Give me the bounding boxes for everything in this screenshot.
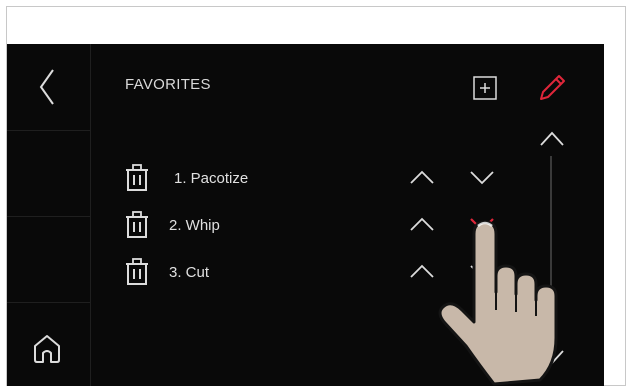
favorite-row[interactable]: 3. Cut: [7, 256, 527, 288]
delete-button[interactable]: [124, 164, 150, 192]
chevron-down-icon: [470, 218, 494, 232]
move-up-button[interactable]: [409, 211, 435, 237]
chevron-down-icon: [470, 265, 494, 279]
favorite-row[interactable]: 1. Pacotize: [7, 162, 527, 194]
delete-button[interactable]: [124, 211, 150, 239]
home-icon: [34, 335, 60, 363]
favorite-label: 3. Cut: [169, 264, 210, 281]
sidebar-divider: [7, 302, 90, 303]
chevron-up-icon: [410, 217, 434, 231]
chevron-up-icon: [540, 131, 564, 146]
chevron-down-icon: [540, 350, 564, 365]
scrollbar-track[interactable]: [550, 156, 552, 342]
favorite-label: 2. Whip: [169, 217, 220, 234]
pencil-icon: [540, 75, 565, 100]
edit-button[interactable]: [538, 74, 566, 102]
device-screen: FAVORITES 1. Pacotize 2. Whip 3. Cut: [7, 44, 604, 386]
page-title: FAVORITES: [125, 76, 211, 93]
trash-icon: [126, 211, 148, 238]
move-up-button[interactable]: [409, 164, 435, 190]
chevron-up-icon: [410, 170, 434, 184]
chevron-down-icon: [470, 171, 494, 185]
scroll-up-button[interactable]: [538, 128, 566, 150]
home-button[interactable]: [27, 328, 67, 368]
trash-icon: [126, 164, 148, 191]
chevron-left-icon: [39, 69, 54, 105]
sidebar-divider: [7, 130, 90, 131]
favorite-row[interactable]: 2. Whip: [7, 209, 527, 241]
move-down-button[interactable]: [469, 164, 495, 190]
plus-square-icon: [473, 76, 497, 100]
move-down-button-pressed[interactable]: [469, 211, 495, 237]
scroll-down-button[interactable]: [538, 346, 566, 368]
add-favorite-button[interactable]: [472, 75, 498, 101]
delete-button[interactable]: [124, 258, 150, 286]
trash-icon: [126, 258, 148, 285]
favorite-label: 1. Pacotize: [174, 170, 249, 187]
back-button[interactable]: [29, 66, 69, 106]
move-down-button[interactable]: [469, 258, 495, 284]
move-up-button[interactable]: [409, 258, 435, 284]
chevron-up-icon: [410, 264, 434, 278]
